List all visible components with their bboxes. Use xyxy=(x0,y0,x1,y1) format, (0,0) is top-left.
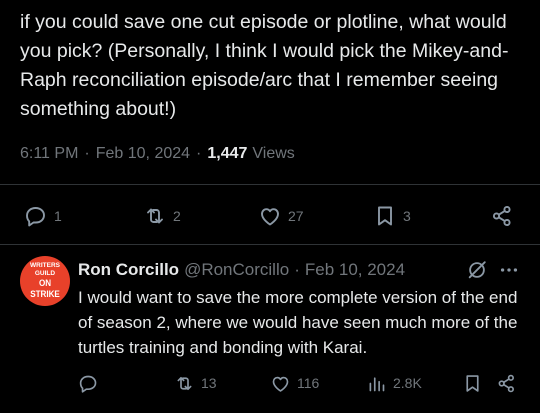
repost-button[interactable]: 2 xyxy=(143,200,181,232)
reply-text: I would want to save the more complete v… xyxy=(78,288,518,357)
views-label: Views xyxy=(252,145,295,162)
repost-icon xyxy=(147,208,163,224)
reply-action-bar: 13 116 2.8K xyxy=(0,369,540,397)
share-button[interactable] xyxy=(490,200,514,232)
bookmark-button[interactable] xyxy=(462,369,483,397)
reply-header: Ron Corcillo @RonCorcillo · Feb 10, 2024 xyxy=(78,258,405,282)
avatar[interactable]: WRITERS GUILD ON STRIKE xyxy=(20,256,70,306)
reply-date[interactable]: Feb 10, 2024 xyxy=(305,260,405,280)
repost-count: 13 xyxy=(201,375,217,391)
like-button[interactable]: 116 xyxy=(270,369,319,397)
reply-tweet: WRITERS GUILD ON STRIKE Ron Corcillo @Ro… xyxy=(0,245,540,413)
grok-button[interactable] xyxy=(466,259,488,281)
bookmark-icon xyxy=(378,206,392,226)
like-count: 116 xyxy=(297,375,320,391)
reply-button[interactable] xyxy=(78,369,99,397)
header-separator: · xyxy=(294,260,300,279)
user-handle[interactable]: @RonCorcillo xyxy=(184,260,289,280)
reply-count: 1 xyxy=(54,208,62,224)
like-icon xyxy=(272,376,289,392)
views-count: 2.8K xyxy=(393,375,422,391)
grok-icon xyxy=(468,261,486,279)
share-icon xyxy=(492,205,511,227)
meta-separator: · xyxy=(84,145,90,162)
share-icon xyxy=(498,374,514,392)
views-button[interactable]: 2.8K xyxy=(366,369,422,397)
reply-button[interactable]: 1 xyxy=(24,200,62,232)
like-button[interactable]: 27 xyxy=(258,200,304,232)
divider xyxy=(0,184,540,185)
post-meta: 6:11 PM · Feb 10, 2024 · 1,447 Views xyxy=(20,142,295,166)
repost-button[interactable]: 13 xyxy=(174,369,217,397)
views-count: 1,447 xyxy=(207,145,248,162)
like-count: 27 xyxy=(288,208,304,224)
post-text: if you could save one cut episode or plo… xyxy=(20,11,509,120)
repost-icon xyxy=(177,376,192,390)
more-button[interactable] xyxy=(498,259,520,281)
repost-count: 2 xyxy=(173,208,181,224)
post-date[interactable]: Feb 10, 2024 xyxy=(96,145,190,163)
display-name[interactable]: Ron Corcillo xyxy=(78,260,179,280)
bookmark-icon xyxy=(466,374,479,392)
tweet-thread: if you could save one cut episode or plo… xyxy=(0,0,540,413)
bookmark-count: 3 xyxy=(403,208,411,224)
post-action-bar: 1 2 27 3 xyxy=(0,200,540,232)
bookmark-button[interactable]: 3 xyxy=(373,200,411,232)
avatar-text-line1: WRITERS GUILD xyxy=(30,262,60,277)
post-time[interactable]: 6:11 PM xyxy=(20,145,78,163)
views-icon xyxy=(369,376,385,391)
reply-icon xyxy=(79,375,97,393)
like-icon xyxy=(261,208,279,226)
avatar-text-line2: ON STRIKE xyxy=(30,278,60,300)
more-icon xyxy=(500,268,518,272)
share-button[interactable] xyxy=(496,369,517,397)
meta-separator: · xyxy=(196,145,202,162)
reply-icon xyxy=(26,207,45,227)
